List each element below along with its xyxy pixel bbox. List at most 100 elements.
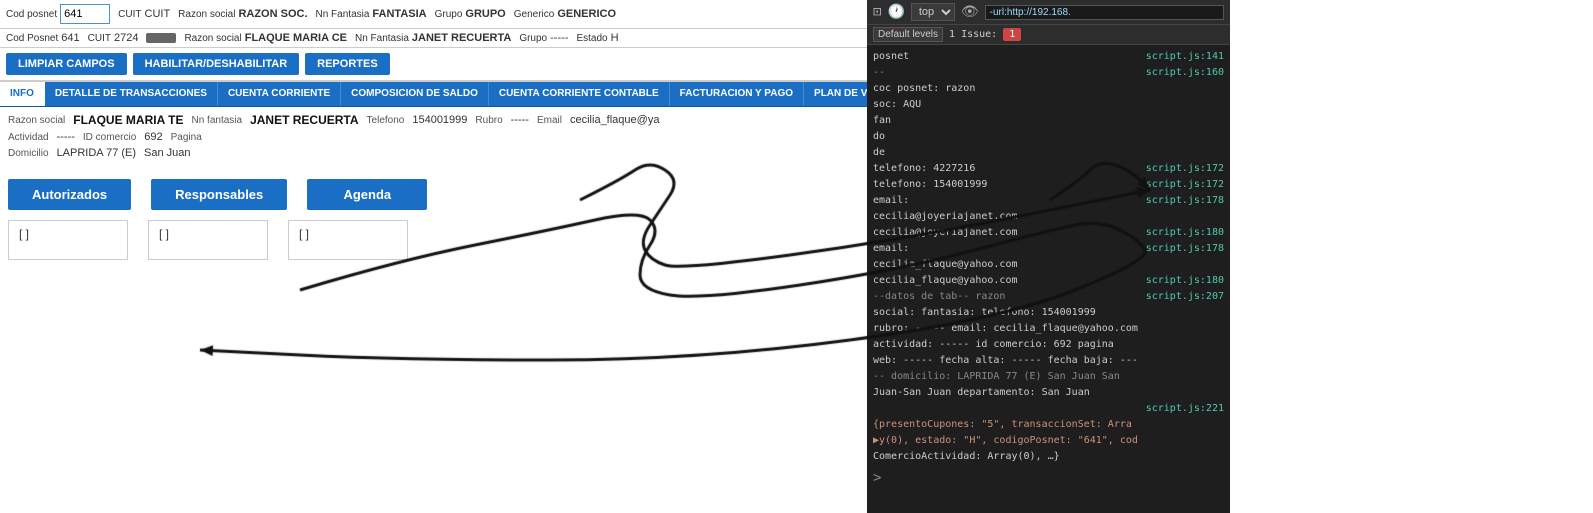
devtools-log-link[interactable]: script.js:180 [1146, 225, 1224, 240]
devtools-log-text: telefono: 154001999 [873, 177, 1140, 192]
devtools-panel-icon[interactable]: ⊡ [873, 4, 881, 20]
devtools-log-text: -- [873, 65, 1140, 80]
responsables-bracket: [ ] [148, 220, 268, 260]
cod-posnet2-label: Cod Posnet [6, 33, 58, 44]
devtools-log-link[interactable]: script.js:178 [1146, 241, 1224, 256]
devtools-context-dropdown[interactable]: top [911, 3, 955, 21]
devtools-log-text: cecilia_flaque@yahoo.com [873, 257, 1224, 272]
actividad-value: ----- [57, 131, 75, 143]
autorizados-button[interactable]: Autorizados [8, 179, 131, 210]
estado-label: Estado [576, 33, 607, 44]
estado-value: H [611, 32, 619, 44]
razon-label: Razon social [8, 115, 65, 126]
ciudad-value: San Juan [144, 147, 190, 159]
devtools-toolbar: ⊡ 🕐 top 👁 [867, 0, 1230, 25]
tab-info[interactable]: INFO [0, 82, 45, 106]
tab-cuenta[interactable]: CUENTA CORRIENTE [218, 82, 341, 106]
pagina-label: Pagina [171, 132, 202, 143]
tab-facturacion[interactable]: FACTURACION Y PAGO [670, 82, 804, 106]
devtools-log-text: {presentoCupones: "5", transaccionSet: A… [873, 417, 1224, 432]
main-area: Cod posnet CUIT CUIT Razon social RAZON … [0, 0, 1230, 513]
devtools-log-link[interactable]: script.js:221 [1146, 401, 1224, 416]
devtools-prompt-line: > [873, 468, 1224, 489]
razon-display: FLAQUE MARIA TE [73, 113, 183, 127]
devtools-log-text: social: fantasia: telefono: 154001999 [873, 305, 1224, 320]
devtools-log-text: web: ----- fecha alta: ----- fecha baja:… [873, 353, 1224, 368]
agenda-button[interactable]: Agenda [307, 179, 427, 210]
devtools-log-line: {presentoCupones: "5", transaccionSet: A… [873, 417, 1224, 432]
devtools-log-link[interactable]: script.js:172 [1146, 177, 1224, 192]
redacted-1 [146, 33, 176, 43]
reportes-button[interactable]: REPORTES [305, 53, 390, 75]
responsables-button[interactable]: Responsables [151, 179, 287, 210]
devtools-log-line: --datos de tab-- razon script.js:207 [873, 289, 1224, 304]
cuit2-value: 2724 [114, 32, 138, 44]
fantasia2-group: Nn Fantasia JANET RECUERTA [355, 32, 511, 44]
devtools-log-text: email: [873, 241, 1140, 256]
grupo-group: Grupo GRUPO [435, 8, 506, 20]
razon2-label: Razon social [184, 33, 241, 44]
devtools-log-text: -- domicilio: LAPRIDA 77 (E) San Juan Sa… [873, 369, 1224, 384]
devtools-log-text: soc: AQU [873, 97, 1224, 112]
grupo-value: GRUPO [465, 8, 505, 20]
devtools-log-line: actividad: ----- id comercio: 692 pagina [873, 337, 1224, 352]
devtools-log-text: Juan-San Juan departamento: San Juan [873, 385, 1224, 400]
devtools-clock-icon[interactable]: 🕐 [887, 4, 904, 20]
estado-group: Estado H [576, 32, 618, 44]
devtools-log-link[interactable]: script.js:160 [1146, 65, 1224, 80]
domicilio-label: Domicilio [8, 148, 49, 159]
devtools-log-link[interactable]: script.js:141 [1146, 49, 1224, 64]
razon-social-label: Razon social [178, 9, 235, 20]
actividad-label: Actividad [8, 132, 49, 143]
fantasia2-label: Nn Fantasia [355, 33, 409, 44]
devtools-log-line: -- script.js:160 [873, 65, 1224, 80]
devtools-log-line: -- domicilio: LAPRIDA 77 (E) San Juan Sa… [873, 369, 1224, 384]
tab-composicion[interactable]: COMPOSICION DE SALDO [341, 82, 489, 106]
telefono-value: 154001999 [412, 114, 467, 126]
devtools-log-line: cecilia_flaque@yahoo.comscript.js:180 [873, 273, 1224, 288]
cod-posnet-input[interactable] [60, 4, 110, 24]
devtools-log-text: ComercioActividad: Array(0), …} [873, 449, 1224, 464]
grupo2-group: Grupo ----- [519, 32, 568, 44]
devtools-log-text: email: [873, 193, 1140, 208]
nn-fantasia-info-label: Nn fantasia [191, 115, 242, 126]
devtools-log-line: web: ----- fecha alta: ----- fecha baja:… [873, 353, 1224, 368]
telefono-label: Telefono [367, 115, 405, 126]
devtools-log-text: rubro: ----- email: cecilia_flaque@yahoo… [873, 321, 1224, 336]
razon-social-group: Razon social RAZON SOC. [178, 8, 307, 20]
nn-fantasia-label: Nn Fantasia [316, 9, 370, 20]
grupo2-label: Grupo [519, 33, 547, 44]
devtools-log-line: Juan-San Juan departamento: San Juan [873, 385, 1224, 400]
devtools-log-link[interactable]: script.js:172 [1146, 161, 1224, 176]
devtools-log-line: script.js:221 [873, 401, 1224, 416]
devtools-levels-button[interactable]: Default levels [873, 27, 943, 42]
devtools-log-line: email: script.js:178 [873, 241, 1224, 256]
devtools-log-line: soc: AQU [873, 97, 1224, 112]
cuit2-label: CUIT [88, 33, 111, 44]
devtools-content[interactable]: posnetscript.js:141--script.js:160coc po… [867, 45, 1230, 513]
devtools-log-text: --datos de tab-- razon [873, 289, 1140, 304]
devtools-log-text: fan [873, 113, 1224, 128]
devtools-issue-badge[interactable]: 1 [1003, 28, 1021, 41]
habilitar-deshabilitar-button[interactable]: HABILITAR/DESHABILITAR [133, 53, 300, 75]
devtools-log-line: fan [873, 113, 1224, 128]
limpiar-campos-button[interactable]: LIMPIAR CAMPOS [6, 53, 127, 75]
devtools-log-line: ComercioActividad: Array(0), …} [873, 449, 1224, 464]
devtools-url-input[interactable] [985, 5, 1224, 20]
generico-group: Generico GENERICO [514, 8, 616, 20]
generico-label: Generico [514, 9, 555, 20]
devtools-log-link[interactable]: script.js:180 [1146, 273, 1224, 288]
grupo-label: Grupo [435, 9, 463, 20]
devtools-log-link[interactable]: script.js:207 [1146, 289, 1224, 304]
razon2-group: Razon social FLAQUE MARIA CE [184, 32, 347, 44]
id-comercio-value: 692 [144, 131, 162, 143]
tab-cuentaContable[interactable]: CUENTA CORRIENTE CONTABLE [489, 82, 670, 106]
devtools-log-line: cecilia_flaque@yahoo.com [873, 257, 1224, 272]
autorizados-bracket: [ ] [8, 220, 128, 260]
devtools-eye-icon[interactable]: 👁 [961, 4, 979, 20]
devtools-issue-text: 1 Issue: [949, 29, 997, 40]
domicilio-value: LAPRIDA 77 (E) [57, 147, 136, 159]
tab-detalle[interactable]: DETALLE DE TRANSACCIONES [45, 82, 218, 106]
cod-posnet2-value: 641 [61, 32, 79, 44]
devtools-log-link[interactable]: script.js:178 [1146, 193, 1224, 208]
